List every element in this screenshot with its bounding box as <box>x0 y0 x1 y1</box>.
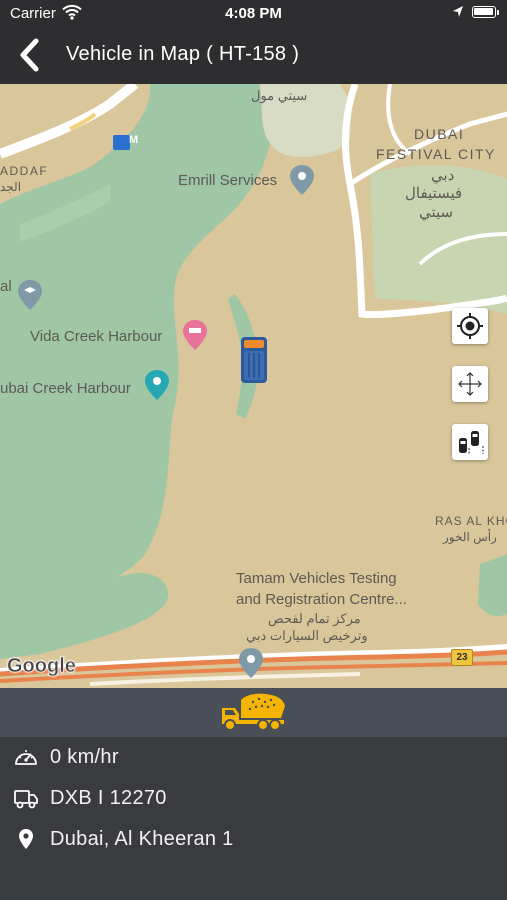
right-water <box>478 554 507 616</box>
route-23-shield: 23 <box>451 649 473 666</box>
festival-city-en-2: FESTIVAL CITY <box>376 146 496 162</box>
emrill-label: Emrill Services <box>178 172 278 189</box>
my-location-icon <box>457 313 483 339</box>
tamam-ar-label-1: مركز تمام لفحص <box>268 611 361 626</box>
ras-al-khor-ar-label: رأس الخور <box>443 530 497 544</box>
tamam-pin <box>239 648 263 678</box>
tamam-label-1: Tamam Vehicles Testing <box>236 570 397 587</box>
vehicle-type-bar <box>0 688 507 737</box>
battery-icon <box>472 6 496 18</box>
festival-city-ar-3: سيتي <box>419 204 454 221</box>
location-value: Dubai, Al Kheeran 1 <box>50 828 234 850</box>
clock: 4:08 PM <box>225 5 282 22</box>
city-mall-ar-label: سيتي مول <box>251 88 308 103</box>
google-logo[interactable]: Google <box>7 655 76 678</box>
addaf-en-label: ADDAF <box>0 164 49 178</box>
al-partial-label: al <box>0 278 12 295</box>
battery-tip <box>497 10 499 15</box>
chevron-left-icon <box>20 38 39 72</box>
metro-badge <box>113 135 130 150</box>
fit-bounds-icon <box>458 372 482 396</box>
ras-al-khor-en-label: RAS AL KHO <box>435 514 507 528</box>
location-pin-icon <box>13 827 39 851</box>
speed-value: 0 km/hr <box>50 746 119 768</box>
hotel-pin <box>183 320 207 350</box>
vida-creek-label: Vida Creek Harbour <box>30 328 163 345</box>
nav-bar: Vehicle in Map ( HT-158 ) <box>0 26 507 84</box>
tamam-label-2: and Registration Centre... <box>236 591 407 608</box>
tamam-ar-label-2: وترخيص السيارات دبي <box>246 628 368 643</box>
festival-city-en-1: DUBAI <box>414 126 465 142</box>
addaf-ar-label: الجد <box>0 180 22 194</box>
speedometer-icon <box>13 745 39 769</box>
status-bar: Carrier 4:08 PM <box>0 0 507 26</box>
creek-harbour-label: ubai Creek Harbour <box>0 380 131 397</box>
traffic-icon <box>459 431 484 455</box>
festival-city-ar-1: دبي <box>431 167 455 184</box>
vehicle-marker <box>241 337 267 383</box>
speed-row: 0 km/hr <box>0 737 507 777</box>
truck-icon <box>13 786 39 810</box>
metro-badge-label: M <box>129 134 139 146</box>
location-arrow-icon <box>452 5 464 23</box>
back-button[interactable] <box>16 36 46 74</box>
my-location-button[interactable] <box>452 308 488 344</box>
location-row: Dubai, Al Kheeran 1 <box>0 819 507 859</box>
vehicle-info-panel: 0 km/hr DXB I 12270 Dubai, Al Kheeran 1 <box>0 737 507 900</box>
plate-value: DXB I 12270 <box>50 787 167 809</box>
emrill-pin <box>290 165 314 195</box>
dump-truck-icon <box>219 692 287 737</box>
fit-bounds-button[interactable] <box>452 366 488 402</box>
page-title: Vehicle in Map ( HT-158 ) <box>66 43 300 65</box>
map-view[interactable]: M سيتي مول DUBAI FESTIVAL CITY دبي فيستي… <box>0 84 507 688</box>
plate-row: DXB I 12270 <box>0 778 507 818</box>
festival-curve-road <box>386 84 412 156</box>
festival-city-ar-2: فيستيفال <box>405 185 463 202</box>
traffic-button[interactable] <box>452 424 488 460</box>
